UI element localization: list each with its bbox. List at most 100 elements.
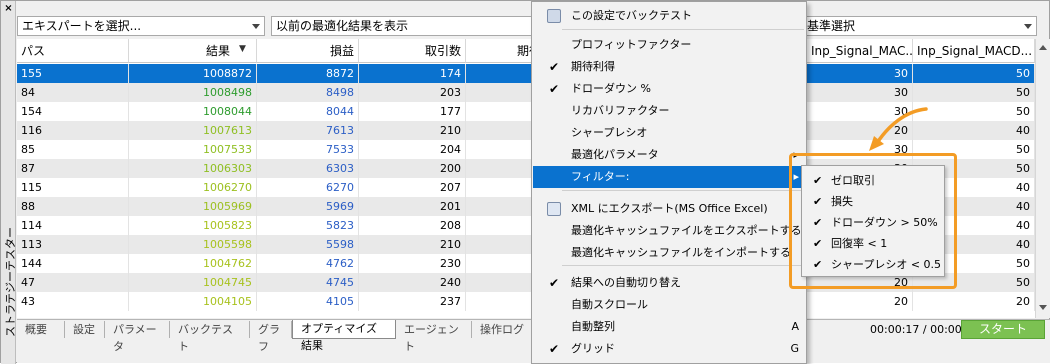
menu-item[interactable]: ✔ 期待利得 xyxy=(533,56,805,78)
check-icon: ✔ xyxy=(549,276,560,290)
table-row[interactable]: 154 1008044 8044 177 30 50 xyxy=(17,102,1035,121)
tab-5[interactable]: オプティマイズ結果 xyxy=(292,320,396,352)
table-cell: 237 xyxy=(359,292,466,311)
menu-item[interactable]: フィルター: ▸ xyxy=(533,166,805,188)
menu-item[interactable]: 最適化キャッシュファイルをエクスポートする xyxy=(533,220,805,242)
table-cell: 50 xyxy=(913,64,1035,83)
column-header-profit[interactable]: 損益 xyxy=(257,39,359,63)
table-cell: 1008498 xyxy=(129,83,257,102)
menu-separator xyxy=(562,265,804,266)
column-header-inp-signal-mac[interactable]: Inp_Signal_MAC... xyxy=(807,39,913,63)
menu-item-label: 最適化キャッシュファイルをインポートする xyxy=(571,246,791,259)
table-cell: 1008872 xyxy=(129,64,257,83)
menu-item[interactable]: 最適化キャッシュファイルをインポートする xyxy=(533,242,805,264)
table-cell: 4762 xyxy=(257,254,359,273)
backtest-icon xyxy=(547,9,561,23)
menu-item[interactable]: ✔ 結果への自動切り替え xyxy=(533,272,805,294)
menu-item-label: 最適化キャッシュファイルをエクスポートする xyxy=(571,224,802,237)
tab-4[interactable]: グラフ xyxy=(250,321,292,353)
criterion-select-label: 基準選択 xyxy=(807,19,856,33)
check-icon: ✔ xyxy=(549,60,560,74)
menu-item-label: グリッド xyxy=(571,342,615,355)
table-cell: 240 xyxy=(359,273,466,292)
table-cell: 30 xyxy=(807,102,913,121)
table-cell: 87 xyxy=(17,159,129,178)
menu-item[interactable]: シャープレシオ xyxy=(533,122,805,144)
previous-results-dropdown[interactable]: 以前の最適化結果を表示 xyxy=(271,16,533,36)
table-cell: 174 xyxy=(359,64,466,83)
table-cell: 1007613 xyxy=(129,121,257,140)
menu-shortcut: G xyxy=(790,342,799,355)
table-cell: 115 xyxy=(17,178,129,197)
table-cell: 208 xyxy=(359,216,466,235)
column-header-result[interactable]: 結果 xyxy=(129,39,257,63)
table-cell: 8498 xyxy=(257,83,359,102)
menu-item-label: 期待利得 xyxy=(571,60,615,73)
table-cell: 5823 xyxy=(257,216,359,235)
expert-select-dropdown[interactable]: エキスパートを選択... xyxy=(17,16,265,36)
table-row[interactable]: 155 1008872 8872 174 30 50 xyxy=(17,64,1035,83)
table-row[interactable]: 84 1008498 8498 203 30 50 xyxy=(17,83,1035,102)
table-row[interactable]: 116 1007613 7613 210 20 40 xyxy=(17,121,1035,140)
table-cell: 144 xyxy=(17,254,129,273)
table-cell: 7613 xyxy=(257,121,359,140)
column-header-trades[interactable]: 取引数 xyxy=(359,39,466,63)
menu-item-label: XML にエクスポート(MS Office Excel) xyxy=(571,202,768,215)
menu-item-label: ドローダウン % xyxy=(571,82,651,95)
table-cell: 1007533 xyxy=(129,140,257,159)
tab-2[interactable]: パラメータ xyxy=(105,321,170,353)
table-cell: 7533 xyxy=(257,140,359,159)
vertical-scrollbar[interactable] xyxy=(1035,39,1050,318)
table-cell: 43 xyxy=(17,292,129,311)
menu-item[interactable]: プロフィットファクター xyxy=(533,34,805,56)
strategy-tester-sidebar: × ストラテジーテスター xyxy=(1,1,17,364)
xml-icon xyxy=(547,202,561,216)
tab-0[interactable]: 概要 xyxy=(17,321,65,338)
table-cell: 1005598 xyxy=(129,235,257,254)
tab-1[interactable]: 設定 xyxy=(65,321,105,338)
scroll-down-icon[interactable] xyxy=(1039,305,1047,310)
table-cell: 50 xyxy=(913,102,1035,121)
menu-item[interactable]: ✔ グリッド G xyxy=(533,338,805,360)
tab-3[interactable]: バックテスト xyxy=(170,321,250,353)
table-cell: 4105 xyxy=(257,292,359,311)
menu-item[interactable]: 最適化パラメータ ▸ xyxy=(533,144,805,166)
menu-shortcut: A xyxy=(791,320,799,333)
scroll-up-icon[interactable] xyxy=(1039,45,1047,50)
table-cell: 1008044 xyxy=(129,102,257,121)
sort-descending-icon: ▼ xyxy=(239,44,246,54)
column-header-result-label: 結果 xyxy=(205,44,230,58)
menu-item[interactable]: 自動整列 A xyxy=(533,316,805,338)
start-button[interactable]: スタート xyxy=(961,320,1045,339)
table-cell: 1004762 xyxy=(129,254,257,273)
table-cell: 230 xyxy=(359,254,466,273)
menu-item[interactable]: リカバリファクター xyxy=(533,100,805,122)
tab-7[interactable]: 操作ログ xyxy=(472,321,536,338)
column-header-inp-signal-macd[interactable]: Inp_Signal_MACD... xyxy=(913,39,1035,63)
menu-separator xyxy=(562,29,804,30)
table-cell: 116 xyxy=(17,121,129,140)
sidebar-title: ストラテジーテスター xyxy=(4,227,17,337)
tab-6[interactable]: エージェント xyxy=(396,321,472,353)
strategy-tester-window: × ストラテジーテスター エキスパートを選択... 以前の最適化結果を表示 基準… xyxy=(0,0,1050,364)
table-cell: 8872 xyxy=(257,64,359,83)
menu-item[interactable]: ✔ ドローダウン % xyxy=(533,78,805,100)
table-cell: 5969 xyxy=(257,197,359,216)
context-menu: この設定でバックテスト プロフィットファクター ✔ 期待利得 ✔ ドローダウン % リカバリ… xyxy=(531,1,807,364)
check-icon: ✔ xyxy=(549,342,560,356)
criterion-select-dropdown[interactable]: 基準選択 xyxy=(807,16,1037,36)
column-header-pass[interactable]: パス xyxy=(17,39,129,63)
menu-item[interactable]: XML にエクスポート(MS Office Excel) xyxy=(533,198,805,220)
table-cell: 4745 xyxy=(257,273,359,292)
menu-item-label: 自動整列 xyxy=(571,320,615,333)
table-cell: 20 xyxy=(807,121,913,140)
table-cell: 1006270 xyxy=(129,178,257,197)
table-row[interactable]: 43 1004105 4105 237 20 20 xyxy=(17,292,1035,311)
menu-item[interactable]: この設定でバックテスト xyxy=(533,5,805,27)
table-cell: 20 xyxy=(807,292,913,311)
table-cell: 1004105 xyxy=(129,292,257,311)
close-icon[interactable]: × xyxy=(3,3,14,15)
menu-item[interactable]: 自動スクロール xyxy=(533,294,805,316)
table-cell: 114 xyxy=(17,216,129,235)
table-cell: 30 xyxy=(807,64,913,83)
